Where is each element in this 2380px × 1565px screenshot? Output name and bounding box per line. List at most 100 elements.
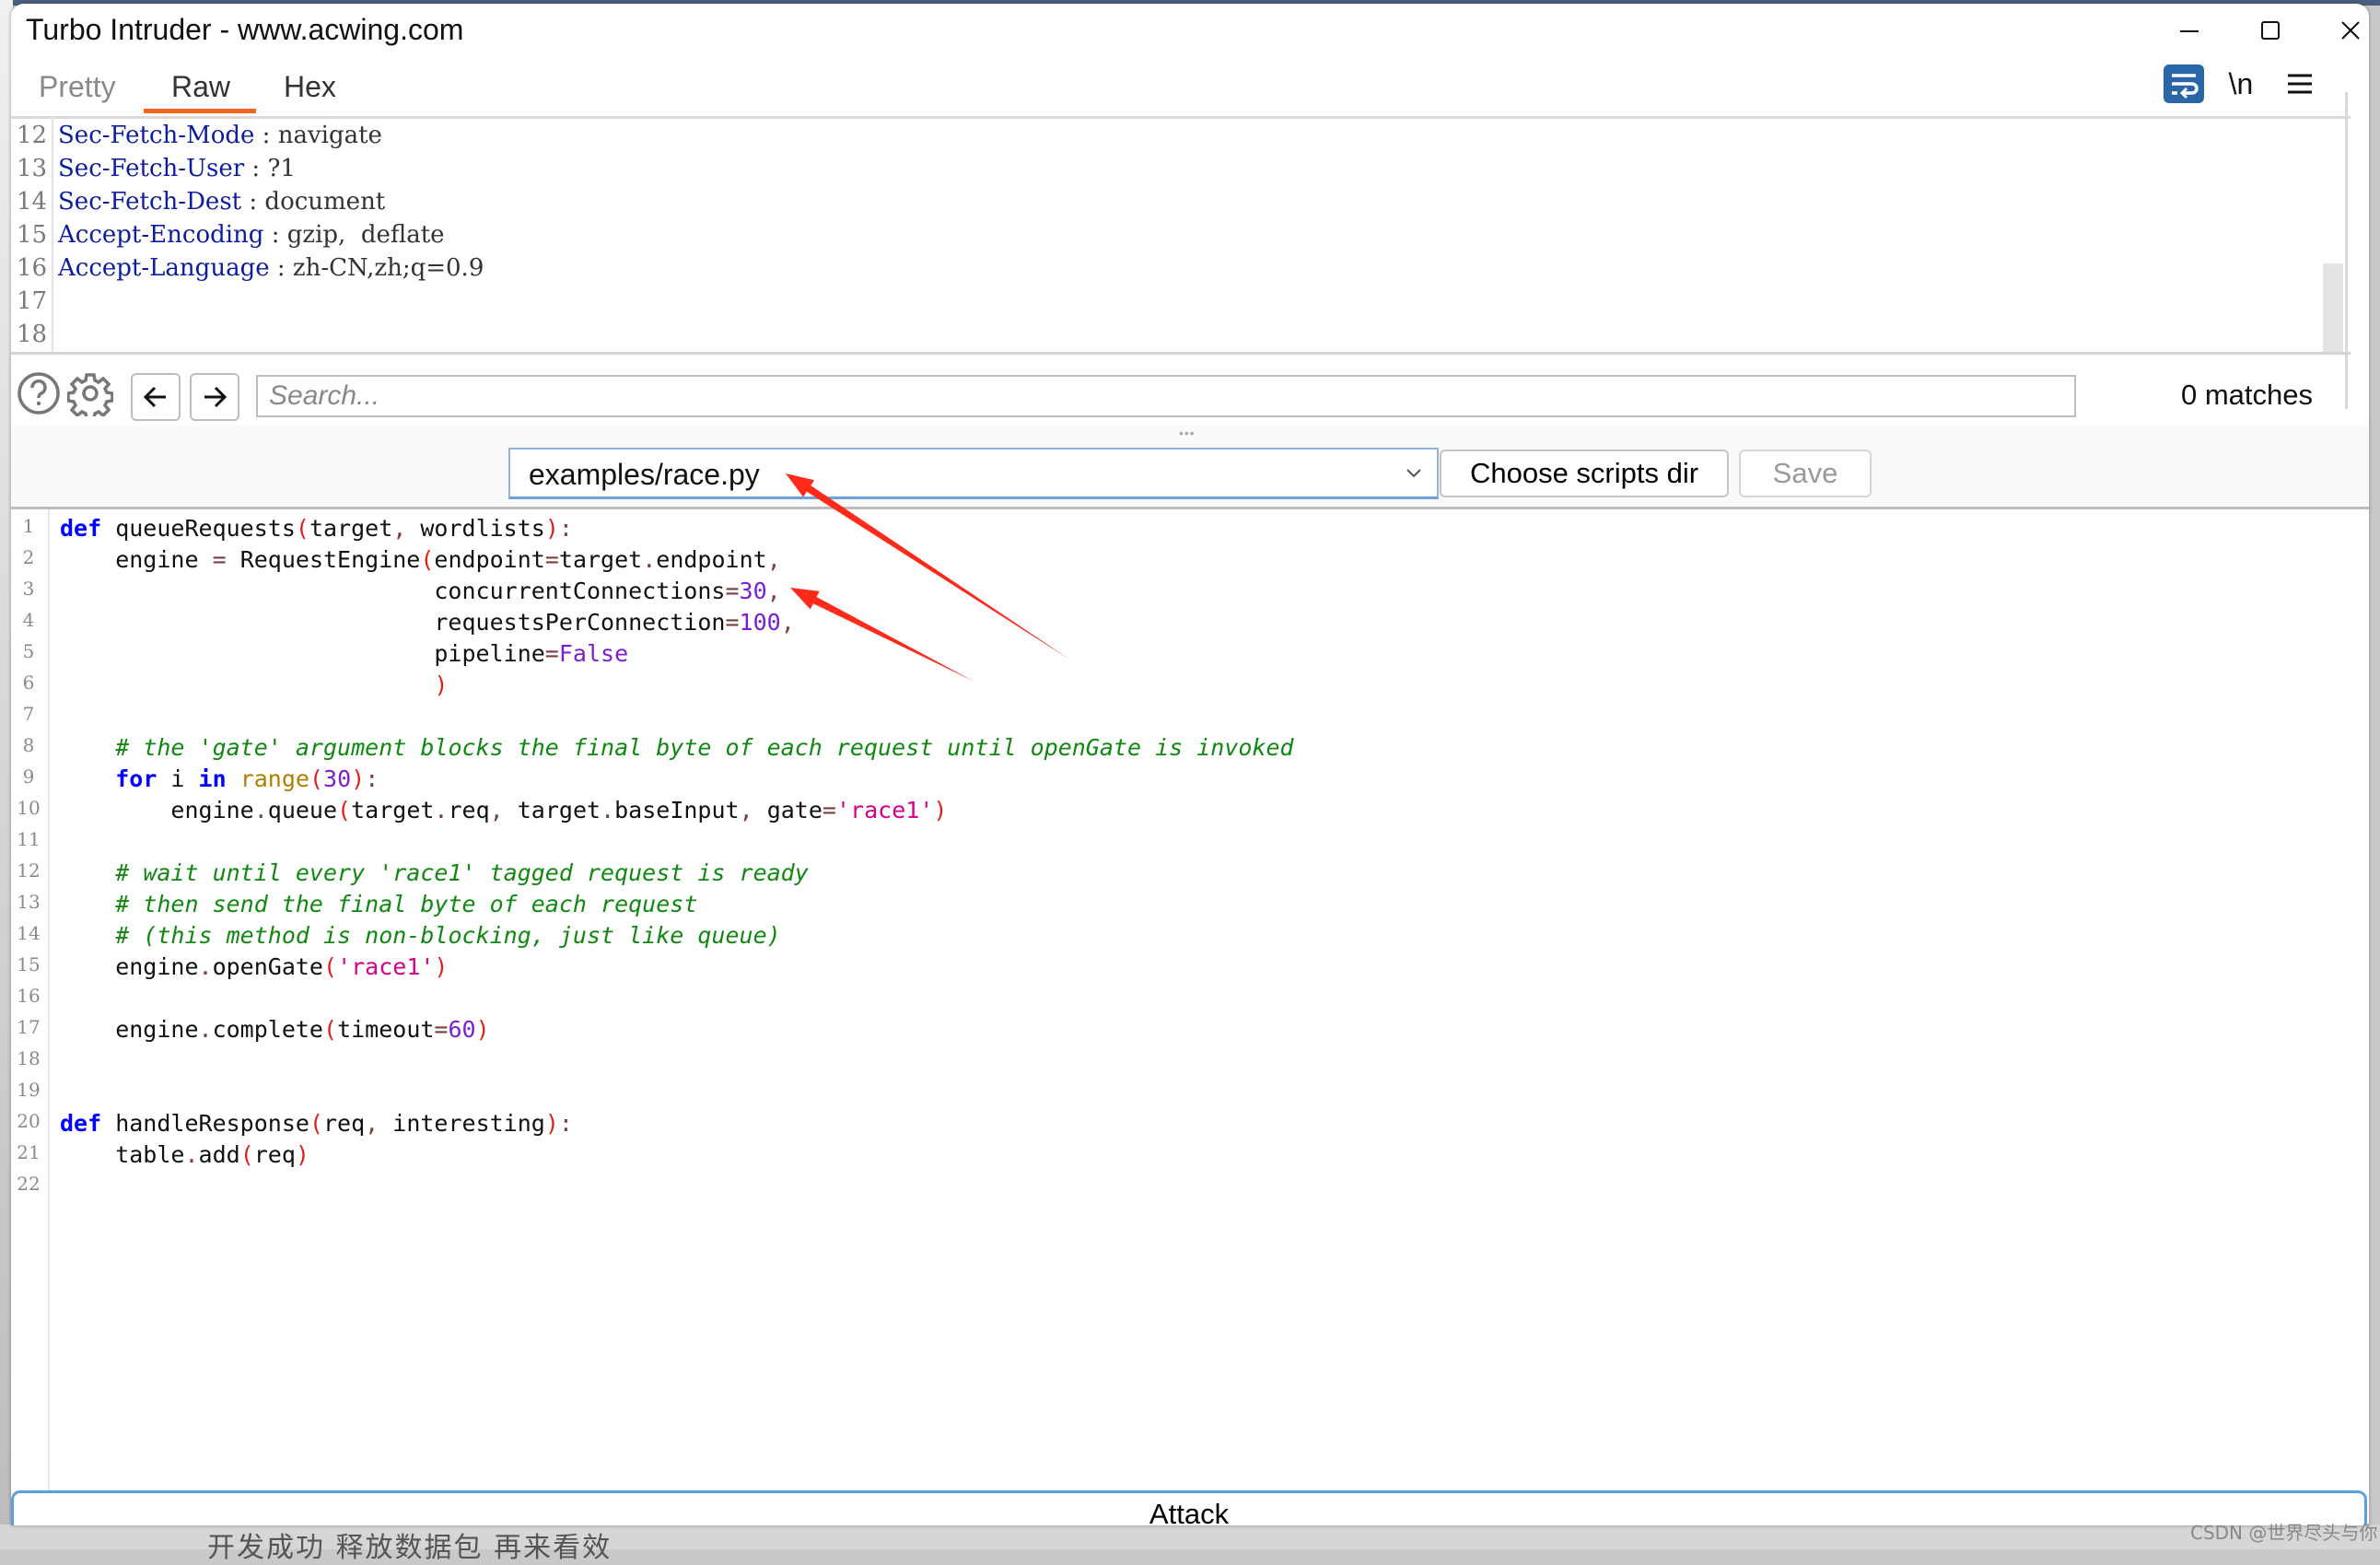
code-token: i [157, 765, 199, 792]
gear-icon [67, 373, 113, 416]
attack-button[interactable]: Attack [11, 1490, 2367, 1525]
code-token: req [253, 1141, 296, 1168]
code-token: = [725, 578, 740, 604]
code-token: req [323, 1110, 366, 1137]
code-token: def [60, 1110, 102, 1137]
code-token: 30 [323, 765, 352, 792]
request-line-text: Sec-Fetch-Dest : document [58, 188, 385, 216]
menu-button[interactable] [2279, 63, 2321, 105]
code-token: = [725, 609, 740, 636]
newline-toggle-icon: \n [2228, 66, 2254, 100]
wrap-lines-icon [2164, 64, 2204, 103]
wrap-lines-button[interactable] [2163, 63, 2205, 105]
previous-match-button[interactable] [131, 373, 181, 421]
background-document-text: 开发成功 释放数据包 再来看效 [207, 1532, 612, 1564]
code-token: . [434, 797, 449, 823]
code-text: # wait until every 'race1' tagged reques… [60, 859, 809, 886]
maximize-button[interactable] [2238, 11, 2303, 50]
request-line: 14 Sec-Fetch-Dest : document [11, 188, 2314, 221]
code-text: concurrentConnections=30, [60, 578, 780, 604]
search-input[interactable] [256, 375, 2076, 417]
code-token: RequestEngine [226, 546, 421, 573]
newline-toggle-button[interactable]: \n [2220, 63, 2262, 105]
code-token: . [601, 797, 615, 823]
help-button[interactable] [15, 369, 63, 417]
maximize-icon [2261, 21, 2280, 40]
line-number: 9 [22, 765, 35, 788]
code-line: 17 engine.complete(timeout=60) [11, 1016, 2314, 1047]
code-token: ) [295, 1141, 309, 1168]
code-token: endpoint [434, 546, 545, 573]
script-editor[interactable]: 1 def queueRequests(target, wordlists): 2 … [11, 509, 2369, 1491]
code-token: ) [475, 1016, 490, 1043]
code-token: engine [60, 1016, 199, 1043]
line-number: 3 [22, 578, 35, 600]
line-number: 15 [17, 953, 41, 975]
header-separator: : [263, 221, 287, 249]
line-number: 16 [17, 254, 48, 282]
code-token: engine [60, 797, 254, 823]
request-line: 12 Sec-Fetch-Mode : navigate [11, 122, 2314, 155]
code-text: def handleResponse(req, interesting): [60, 1110, 573, 1137]
request-editor-scrollbar[interactable] [2323, 263, 2343, 352]
request-line-text: Sec-Fetch-Mode : navigate [58, 122, 382, 149]
line-number: 13 [17, 891, 41, 913]
request-line: 13 Sec-Fetch-User : ?1 [11, 155, 2314, 188]
header-name: Sec-Fetch-Dest [58, 188, 242, 216]
next-match-button[interactable] [190, 373, 239, 421]
code-line: 4 requestsPerConnection=100, [11, 609, 2314, 640]
line-number: 1 [22, 515, 35, 537]
code-line: 15 engine.openGate('race1') [11, 953, 2314, 985]
close-button[interactable] [2318, 11, 2369, 50]
code-text: engine.complete(timeout=60) [60, 1016, 490, 1043]
line-number: 18 [17, 1047, 41, 1069]
code-token: : [365, 765, 379, 792]
tab-pretty[interactable]: Pretty [39, 70, 116, 104]
script-select[interactable]: examples/race.py [508, 448, 1439, 499]
tab-raw[interactable]: Raw [171, 70, 230, 104]
code-token: 60 [448, 1016, 476, 1043]
code-line: 11 [11, 828, 2314, 859]
code-token: baseInput [614, 797, 740, 823]
code-token: ( [337, 797, 352, 823]
arrow-left-icon [143, 386, 166, 408]
code-token: 100 [739, 609, 781, 636]
tab-hex[interactable]: Hex [284, 70, 336, 104]
code-token: ) [351, 765, 366, 792]
choose-scripts-dir-button[interactable]: Choose scripts dir [1440, 450, 1729, 497]
code-token: for [115, 765, 158, 792]
header-value: gzip, deflate [286, 221, 445, 249]
code-token: , [365, 1110, 379, 1137]
settings-button[interactable] [66, 369, 114, 417]
minimize-button[interactable] [2157, 11, 2222, 50]
pane-splitter[interactable]: ••• [11, 426, 2369, 442]
code-token: ( [323, 1016, 338, 1043]
line-number: 8 [22, 734, 35, 756]
code-token: 'race1' [337, 953, 435, 980]
code-token: engine [60, 953, 199, 980]
code-token: ( [323, 953, 338, 980]
code-token: # wait until every 'race1' tagged reques… [115, 859, 809, 886]
code-token: target [503, 797, 601, 823]
minimize-icon [2180, 30, 2199, 32]
code-text: # the 'gate' argument blocks the final b… [60, 734, 1293, 761]
save-button[interactable]: Save [1739, 450, 1872, 497]
code-text: engine.queue(target.req, target.baseInpu… [60, 797, 947, 823]
code-token: 'race1' [835, 797, 934, 823]
request-editor[interactable]: 12 Sec-Fetch-Mode : navigate 13 Sec-Fetch-U… [11, 116, 2339, 352]
code-token: queue [267, 797, 338, 823]
header-separator: : [244, 155, 268, 182]
request-line-text: Sec-Fetch-User : ?1 [58, 155, 296, 182]
line-number: 6 [22, 672, 35, 694]
code-token: 30 [739, 578, 767, 604]
code-token: target [558, 546, 643, 573]
code-token: # then send the final byte of each reque… [115, 891, 698, 917]
code-text: requestsPerConnection=100, [60, 609, 795, 636]
view-tabs: Pretty Raw Hex [11, 61, 2351, 119]
code-token: , [780, 609, 795, 636]
code-token: req [448, 797, 490, 823]
request-line-text: Accept-Encoding : gzip, deflate [58, 221, 445, 249]
